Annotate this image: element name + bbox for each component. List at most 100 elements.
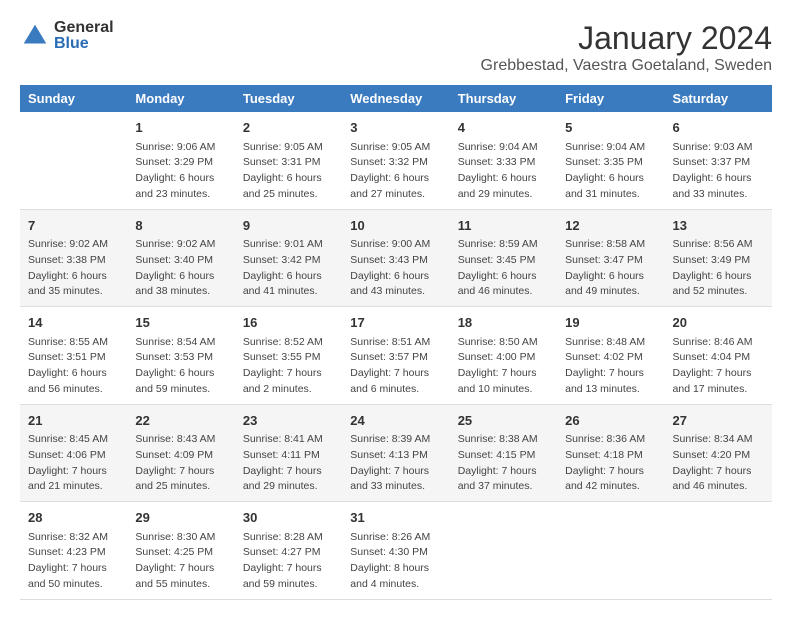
day-info: Sunrise: 9:02 AM Sunset: 3:40 PM Dayligh… <box>135 237 226 300</box>
main-title: January 2024 <box>481 20 772 57</box>
day-info: Sunrise: 9:03 AM Sunset: 3:37 PM Dayligh… <box>673 140 764 203</box>
day-info: Sunrise: 8:46 AM Sunset: 4:04 PM Dayligh… <box>673 335 764 398</box>
header-day-sunday: Sunday <box>20 85 127 112</box>
calendar-cell: 25Sunrise: 8:38 AM Sunset: 4:15 PM Dayli… <box>450 404 557 502</box>
calendar-cell: 2Sunrise: 9:05 AM Sunset: 3:31 PM Daylig… <box>235 112 342 209</box>
day-number: 5 <box>565 118 656 138</box>
day-number: 26 <box>565 411 656 431</box>
day-number: 27 <box>673 411 764 431</box>
week-row-1: 7Sunrise: 9:02 AM Sunset: 3:38 PM Daylig… <box>20 209 772 307</box>
day-number: 31 <box>350 508 441 528</box>
week-row-3: 21Sunrise: 8:45 AM Sunset: 4:06 PM Dayli… <box>20 404 772 502</box>
calendar-cell: 8Sunrise: 9:02 AM Sunset: 3:40 PM Daylig… <box>127 209 234 307</box>
calendar-cell: 1Sunrise: 9:06 AM Sunset: 3:29 PM Daylig… <box>127 112 234 209</box>
calendar-cell: 23Sunrise: 8:41 AM Sunset: 4:11 PM Dayli… <box>235 404 342 502</box>
day-info: Sunrise: 9:05 AM Sunset: 3:31 PM Dayligh… <box>243 140 334 203</box>
header-day-thursday: Thursday <box>450 85 557 112</box>
day-number: 2 <box>243 118 334 138</box>
day-info: Sunrise: 8:28 AM Sunset: 4:27 PM Dayligh… <box>243 530 334 593</box>
calendar-cell: 11Sunrise: 8:59 AM Sunset: 3:45 PM Dayli… <box>450 209 557 307</box>
logo-general: General <box>54 20 114 36</box>
header-row: SundayMondayTuesdayWednesdayThursdayFrid… <box>20 85 772 112</box>
day-number: 4 <box>458 118 549 138</box>
calendar-cell: 4Sunrise: 9:04 AM Sunset: 3:33 PM Daylig… <box>450 112 557 209</box>
logo-icon <box>20 21 50 51</box>
day-number: 29 <box>135 508 226 528</box>
calendar-cell <box>557 502 664 600</box>
page-header: General Blue January 2024 Grebbestad, Va… <box>20 20 772 75</box>
day-number: 9 <box>243 216 334 236</box>
calendar-cell: 5Sunrise: 9:04 AM Sunset: 3:35 PM Daylig… <box>557 112 664 209</box>
calendar-table: SundayMondayTuesdayWednesdayThursdayFrid… <box>20 85 772 600</box>
calendar-cell: 6Sunrise: 9:03 AM Sunset: 3:37 PM Daylig… <box>665 112 772 209</box>
calendar-cell: 3Sunrise: 9:05 AM Sunset: 3:32 PM Daylig… <box>342 112 449 209</box>
calendar-cell: 27Sunrise: 8:34 AM Sunset: 4:20 PM Dayli… <box>665 404 772 502</box>
day-info: Sunrise: 9:00 AM Sunset: 3:43 PM Dayligh… <box>350 237 441 300</box>
calendar-cell: 29Sunrise: 8:30 AM Sunset: 4:25 PM Dayli… <box>127 502 234 600</box>
logo-blue: Blue <box>54 36 114 52</box>
day-info: Sunrise: 8:41 AM Sunset: 4:11 PM Dayligh… <box>243 432 334 495</box>
calendar-body: 1Sunrise: 9:06 AM Sunset: 3:29 PM Daylig… <box>20 112 772 599</box>
subtitle: Grebbestad, Vaestra Goetaland, Sweden <box>481 57 772 75</box>
day-number: 17 <box>350 313 441 333</box>
day-number: 8 <box>135 216 226 236</box>
day-info: Sunrise: 9:04 AM Sunset: 3:33 PM Dayligh… <box>458 140 549 203</box>
calendar-cell: 9Sunrise: 9:01 AM Sunset: 3:42 PM Daylig… <box>235 209 342 307</box>
day-info: Sunrise: 8:54 AM Sunset: 3:53 PM Dayligh… <box>135 335 226 398</box>
day-number: 30 <box>243 508 334 528</box>
calendar-cell: 22Sunrise: 8:43 AM Sunset: 4:09 PM Dayli… <box>127 404 234 502</box>
calendar-cell: 31Sunrise: 8:26 AM Sunset: 4:30 PM Dayli… <box>342 502 449 600</box>
calendar-cell <box>20 112 127 209</box>
header-day-tuesday: Tuesday <box>235 85 342 112</box>
day-info: Sunrise: 8:58 AM Sunset: 3:47 PM Dayligh… <box>565 237 656 300</box>
calendar-cell: 28Sunrise: 8:32 AM Sunset: 4:23 PM Dayli… <box>20 502 127 600</box>
header-day-monday: Monday <box>127 85 234 112</box>
day-info: Sunrise: 8:32 AM Sunset: 4:23 PM Dayligh… <box>28 530 119 593</box>
day-number: 20 <box>673 313 764 333</box>
day-info: Sunrise: 8:50 AM Sunset: 4:00 PM Dayligh… <box>458 335 549 398</box>
week-row-4: 28Sunrise: 8:32 AM Sunset: 4:23 PM Dayli… <box>20 502 772 600</box>
day-info: Sunrise: 8:48 AM Sunset: 4:02 PM Dayligh… <box>565 335 656 398</box>
week-row-2: 14Sunrise: 8:55 AM Sunset: 3:51 PM Dayli… <box>20 307 772 405</box>
day-info: Sunrise: 8:45 AM Sunset: 4:06 PM Dayligh… <box>28 432 119 495</box>
calendar-cell <box>450 502 557 600</box>
day-info: Sunrise: 8:56 AM Sunset: 3:49 PM Dayligh… <box>673 237 764 300</box>
calendar-cell: 16Sunrise: 8:52 AM Sunset: 3:55 PM Dayli… <box>235 307 342 405</box>
day-number: 28 <box>28 508 119 528</box>
calendar-cell: 20Sunrise: 8:46 AM Sunset: 4:04 PM Dayli… <box>665 307 772 405</box>
day-number: 3 <box>350 118 441 138</box>
day-number: 13 <box>673 216 764 236</box>
calendar-cell: 24Sunrise: 8:39 AM Sunset: 4:13 PM Dayli… <box>342 404 449 502</box>
day-number: 11 <box>458 216 549 236</box>
day-number: 1 <box>135 118 226 138</box>
logo: General Blue <box>20 20 114 52</box>
day-info: Sunrise: 8:38 AM Sunset: 4:15 PM Dayligh… <box>458 432 549 495</box>
day-info: Sunrise: 8:51 AM Sunset: 3:57 PM Dayligh… <box>350 335 441 398</box>
day-number: 14 <box>28 313 119 333</box>
day-info: Sunrise: 8:36 AM Sunset: 4:18 PM Dayligh… <box>565 432 656 495</box>
title-block: January 2024 Grebbestad, Vaestra Goetala… <box>481 20 772 75</box>
day-number: 6 <box>673 118 764 138</box>
day-number: 25 <box>458 411 549 431</box>
day-info: Sunrise: 8:30 AM Sunset: 4:25 PM Dayligh… <box>135 530 226 593</box>
calendar-cell: 7Sunrise: 9:02 AM Sunset: 3:38 PM Daylig… <box>20 209 127 307</box>
day-info: Sunrise: 8:39 AM Sunset: 4:13 PM Dayligh… <box>350 432 441 495</box>
day-number: 21 <box>28 411 119 431</box>
calendar-cell: 12Sunrise: 8:58 AM Sunset: 3:47 PM Dayli… <box>557 209 664 307</box>
calendar-cell <box>665 502 772 600</box>
calendar-cell: 18Sunrise: 8:50 AM Sunset: 4:00 PM Dayli… <box>450 307 557 405</box>
calendar-cell: 10Sunrise: 9:00 AM Sunset: 3:43 PM Dayli… <box>342 209 449 307</box>
day-info: Sunrise: 9:05 AM Sunset: 3:32 PM Dayligh… <box>350 140 441 203</box>
calendar-cell: 21Sunrise: 8:45 AM Sunset: 4:06 PM Dayli… <box>20 404 127 502</box>
day-info: Sunrise: 8:52 AM Sunset: 3:55 PM Dayligh… <box>243 335 334 398</box>
day-info: Sunrise: 8:55 AM Sunset: 3:51 PM Dayligh… <box>28 335 119 398</box>
calendar-cell: 19Sunrise: 8:48 AM Sunset: 4:02 PM Dayli… <box>557 307 664 405</box>
day-number: 24 <box>350 411 441 431</box>
header-day-friday: Friday <box>557 85 664 112</box>
day-info: Sunrise: 8:59 AM Sunset: 3:45 PM Dayligh… <box>458 237 549 300</box>
day-number: 15 <box>135 313 226 333</box>
week-row-0: 1Sunrise: 9:06 AM Sunset: 3:29 PM Daylig… <box>20 112 772 209</box>
logo-text: General Blue <box>54 20 114 52</box>
calendar-cell: 30Sunrise: 8:28 AM Sunset: 4:27 PM Dayli… <box>235 502 342 600</box>
day-number: 16 <box>243 313 334 333</box>
